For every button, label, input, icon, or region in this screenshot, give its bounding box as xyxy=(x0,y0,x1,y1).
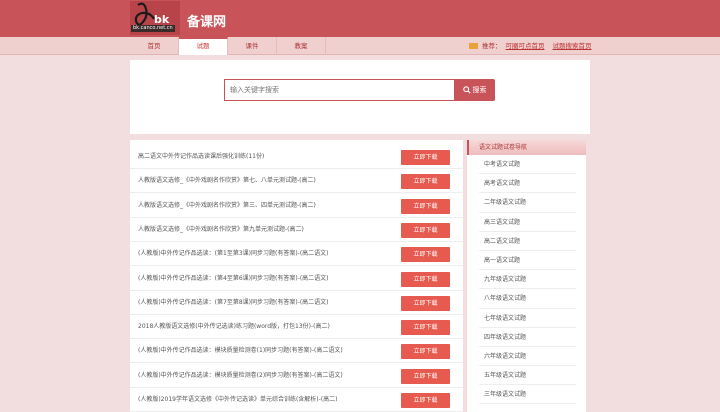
search-icon xyxy=(462,86,471,94)
site-header: bk bk.canco.net.cn 备课网 xyxy=(0,0,720,37)
result-list: 高二语文中外传记作品选读课后强化训练(11份) 立即下载 人教版语文选修_《中外戏剧… xyxy=(130,140,463,412)
nav-tab-2[interactable]: 课件 xyxy=(228,37,277,55)
site-logo[interactable]: bk bk.canco.net.cn 备课网 xyxy=(130,1,260,35)
download-button[interactable]: 立即下载 xyxy=(401,271,450,287)
sidebar-item[interactable]: 六年级语文试题 xyxy=(479,347,576,367)
nav-tab-3[interactable]: 教案 xyxy=(277,37,326,55)
mail-icon xyxy=(469,43,478,49)
search-button-label: 搜索 xyxy=(472,86,487,94)
sidebar-item[interactable]: 四年级语文试题 xyxy=(479,328,576,347)
download-button[interactable]: 立即下载 xyxy=(401,344,450,360)
sidebar-item[interactable]: 七年级语文试题 xyxy=(479,309,576,328)
sidebar-items: 中考语文试题 高考语文试题 二年级语文试题 高三语文试题 高二语文试题 高一语文试题 九年级… xyxy=(467,155,586,405)
list-item: (人教版)中外传记作品选读：模块质量检测卷(1)同步习题(有答案)-(高二语文)… xyxy=(130,339,463,364)
logo-domain: bk.canco.net.cn xyxy=(131,25,175,32)
list-item-title[interactable]: 人教版语文选修_《中外戏剧名作欣赏》第三、四单元测试题-(高二) xyxy=(138,194,398,218)
download-button[interactable]: 立即下载 xyxy=(401,320,450,336)
recommend-bar: 推荐： 可圈可点首页 试题搜索首页 xyxy=(469,37,592,55)
list-item-title[interactable]: (人教版)2019学年语文选修《中外传记选读》单元综合训练(含解析)-(高二) xyxy=(138,388,398,412)
recommend-link[interactable]: 可圈可点首页 xyxy=(506,37,545,55)
search-panel: 输入关键字搜索 搜索 xyxy=(130,60,590,134)
list-item-title[interactable]: 人教版语文选修_《中外戏剧名作欣赏》第七、八单元测试题-(高二) xyxy=(138,169,398,193)
download-button[interactable]: 立即下载 xyxy=(401,150,450,165)
list-item-title[interactable]: (人教版)中外传记作品选读：(第7至第8课)同步习题(有答案)-(高二语文) xyxy=(138,291,398,315)
list-item: 人教版语文选修_《中外戏剧名作欣赏》第七、八单元测试题-(高二) 立即下载 xyxy=(130,169,463,194)
sidebar-item[interactable]: 中考语文试题 xyxy=(479,155,576,175)
download-button[interactable]: 立即下载 xyxy=(401,295,450,311)
sidebar-item[interactable]: 二年级语文试题 xyxy=(479,193,576,213)
site-name: 备课网 xyxy=(187,15,227,30)
search-button[interactable]: 搜索 xyxy=(454,79,495,101)
sidebar-item[interactable]: 五年级语文试题 xyxy=(479,366,576,386)
sidebar-nav: 语文试题试卷导航 中考语文试题 高考语文试题 二年级语文试题 高三语文试题 高二语文试题… xyxy=(467,140,586,412)
download-button[interactable]: 立即下载 xyxy=(401,368,450,384)
download-button[interactable]: 立即下载 xyxy=(401,247,450,263)
nav-tabs: 首页 试题 课件 教案 xyxy=(130,37,326,55)
list-item-title[interactable]: 高二语文中外传记作品选读课后强化训练(11份) xyxy=(138,145,398,169)
list-item: (人教版)中外传记作品选读：(第4至第6课)同步习题(有答案)-(高二语文) 立即… xyxy=(130,267,463,291)
sidebar-item[interactable]: 八年级语文试题 xyxy=(479,289,576,309)
download-button[interactable]: 立即下载 xyxy=(401,222,450,238)
nav-tab-0[interactable]: 首页 xyxy=(130,37,179,55)
download-button[interactable]: 立即下载 xyxy=(401,393,450,408)
main-nav: 首页 试题 课件 教案 推荐： 可圈可点首页 试题搜索首页 xyxy=(0,37,720,55)
sidebar-item[interactable]: 九年级语文试题 xyxy=(479,270,576,290)
download-button[interactable]: 立即下载 xyxy=(401,198,450,214)
nav-tab-1[interactable]: 试题 xyxy=(179,37,228,55)
list-item-title[interactable]: (人教版)中外传记作品选读：(第4至第6课)同步习题(有答案)-(高二语文) xyxy=(138,267,398,291)
list-item-title[interactable]: (人教版)中外传记作品选读：(第1至第3课)同步习题(有答案)-(高二语文) xyxy=(138,242,398,266)
sidebar-item[interactable]: 三年级语文试题 xyxy=(479,385,576,405)
list-item: 人教版语文选修_《中外戏剧名作欣赏》第九单元测试题-(高二) 立即下载 xyxy=(130,218,463,242)
list-item: 高二语文中外传记作品选读课后强化训练(11份) 立即下载 xyxy=(130,145,463,169)
list-item-title[interactable]: (人教版)中外传记作品选读：模块质量检测卷(2)同步习题(有答案)-(高二语文) xyxy=(138,364,398,388)
list-item-title[interactable]: (人教版)中外传记作品选读：模块质量检测卷(1)同步习题(有答案)-(高二语文) xyxy=(138,339,398,363)
list-item-title[interactable]: 2018人教版语文选修(中外传记选读)练习题(word版，打包13份)-(高二) xyxy=(138,315,398,339)
list-item-title[interactable]: 人教版语文选修_《中外戏剧名作欣赏》第九单元测试题-(高二) xyxy=(138,218,398,242)
search-input[interactable]: 输入关键字搜索 xyxy=(224,79,455,101)
sidebar-item[interactable]: 高考语文试题 xyxy=(479,174,576,194)
recommend-label: 推荐： xyxy=(482,42,502,50)
list-item: (人教版)2019学年语文选修《中外传记选读》单元综合训练(含解析)-(高二) 立… xyxy=(130,388,463,412)
sidebar-title: 语文试题试卷导航 xyxy=(467,140,586,155)
download-button[interactable]: 立即下载 xyxy=(401,174,450,190)
sidebar-item[interactable]: 高三语文试题 xyxy=(479,213,576,232)
list-item: (人教版)中外传记作品选读：模块质量检测卷(2)同步习题(有答案)-(高二语文)… xyxy=(130,364,463,388)
list-item: (人教版)中外传记作品选读：(第7至第8课)同步习题(有答案)-(高二语文) 立即… xyxy=(130,291,463,315)
search-home-link[interactable]: 试题搜索首页 xyxy=(553,37,592,55)
list-item: 人教版语文选修_《中外戏剧名作欣赏》第三、四单元测试题-(高二) 立即下载 xyxy=(130,194,463,218)
sidebar-item[interactable]: 高一语文试题 xyxy=(479,251,576,271)
list-item: 2018人教版语文选修(中外传记选读)练习题(word版，打包13份)-(高二)… xyxy=(130,315,463,340)
sidebar-item[interactable]: 高二语文试题 xyxy=(479,232,576,251)
logo-mark: bk bk.canco.net.cn xyxy=(130,1,180,35)
list-item: (人教版)中外传记作品选读：(第1至第3课)同步习题(有答案)-(高二语文) 立即… xyxy=(130,242,463,267)
